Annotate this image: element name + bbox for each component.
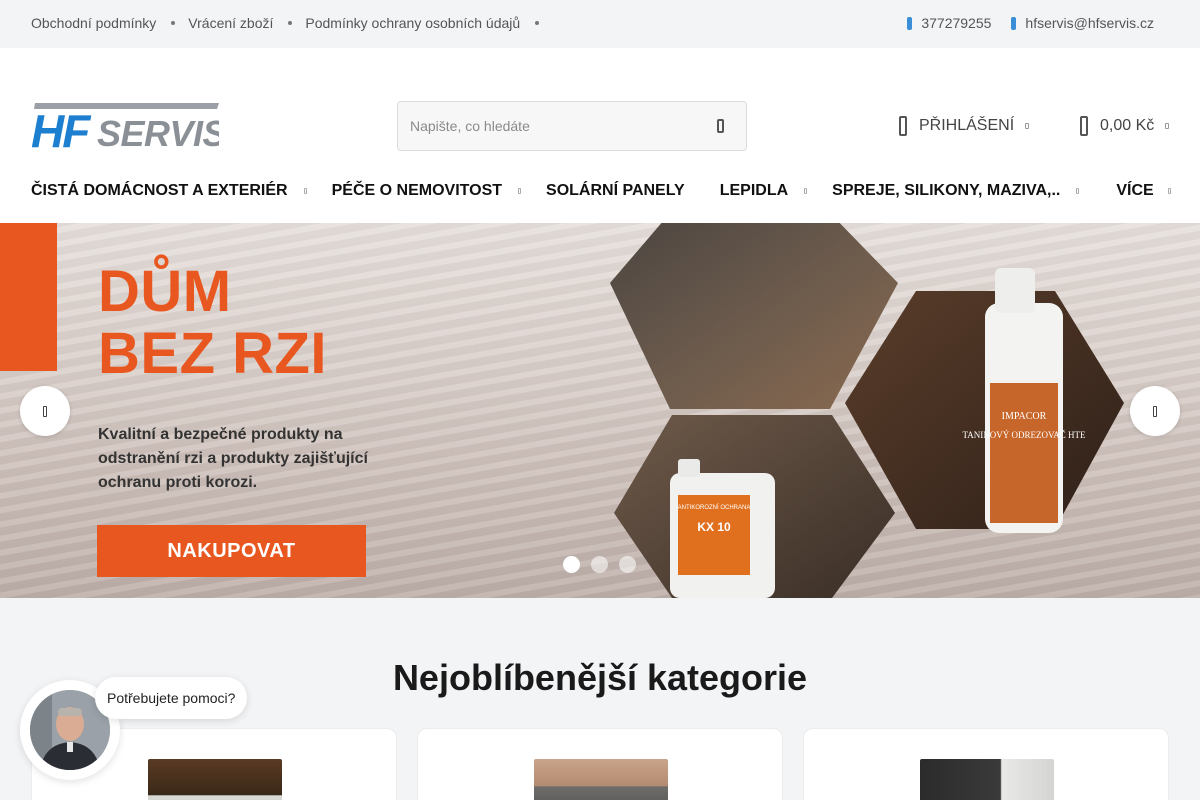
separator-dot xyxy=(288,21,293,25)
slider-dot-1[interactable] xyxy=(563,556,580,573)
cart-total: 0,00 Kč xyxy=(1100,117,1155,134)
nav-item-clean-home[interactable]: ČISTÁ DOMÁCNOST A EXTERIÉR xyxy=(31,182,332,200)
nav-item-adhesives[interactable]: LEPIDLA xyxy=(720,182,832,200)
nav-item-sprays[interactable]: SPREJE, SILIKONY, MAZIVA,.. xyxy=(832,182,1116,200)
spray-label-brand: IMPACOR xyxy=(1002,411,1047,422)
email-icon xyxy=(1011,16,1017,30)
chevron-down-icon xyxy=(1076,188,1080,194)
banner-description: Kvalitní a bezpečné produkty na odstraně… xyxy=(98,426,368,491)
cart-icon xyxy=(1080,116,1088,136)
slider-dot-2[interactable] xyxy=(591,556,608,573)
nav-item-property-care[interactable]: PÉČE O NEMOVITOST xyxy=(332,182,546,200)
category-image xyxy=(148,759,282,800)
slider-dot-3[interactable] xyxy=(619,556,636,573)
banner-heading-line2: BEZ RZI xyxy=(98,321,328,386)
chevron-down-icon xyxy=(1167,188,1171,194)
cart-button[interactable]: 0,00 Kč xyxy=(1080,116,1170,136)
nav-item-label: SOLÁRNÍ PANELY xyxy=(546,182,685,199)
chevron-left-icon xyxy=(43,405,47,417)
login-label: PŘIHLÁŠENÍ xyxy=(919,117,1015,134)
top-bar: Obchodní podmínky Vrácení zboží Podmínky… xyxy=(0,0,1200,48)
separator-dot xyxy=(535,21,540,25)
hero-banner[interactable]: DŮM BEZ RZI Kvalitní a bezpečné produkty… xyxy=(0,223,1200,598)
canister-label-title: KX 10 xyxy=(697,520,731,534)
terms-link[interactable]: Obchodní podmínky xyxy=(31,15,156,31)
category-card[interactable] xyxy=(417,728,783,800)
chevron-down-icon xyxy=(804,188,808,194)
prev-slide-button[interactable] xyxy=(20,386,70,436)
login-button[interactable]: PŘIHLÁŠENÍ xyxy=(899,116,1030,136)
search-box xyxy=(397,101,747,151)
spray-label xyxy=(990,383,1058,523)
banner-product-hexagons: IMPACOR TANINOVÝ ODREZOVAČ HTE ANTIKOROZ… xyxy=(610,223,1124,598)
shop-now-button[interactable]: NAKUPOVAT xyxy=(97,525,366,577)
chevron-right-icon xyxy=(1153,405,1157,417)
nav-item-label: LEPIDLA xyxy=(719,182,789,199)
email-address: hfservis@hfservis.cz xyxy=(1025,15,1154,31)
nav-item-solar-panels[interactable]: SOLÁRNÍ PANELY xyxy=(546,182,685,200)
canister-cap xyxy=(678,459,700,477)
phone-icon xyxy=(907,16,913,30)
chat-help-bubble[interactable]: Potřebujete pomoci? xyxy=(95,677,248,719)
site-logo[interactable]: HF SERVIS xyxy=(31,103,227,157)
logo-graphic: HF SERVIS xyxy=(31,103,227,157)
phone-number: 377279255 xyxy=(921,15,992,31)
chevron-down-icon xyxy=(303,188,307,194)
phone-contact[interactable]: 377279255 xyxy=(907,15,991,31)
main-nav: ČISTÁ DOMÁCNOST A EXTERIÉR PÉČE O NEMOVI… xyxy=(31,182,1171,200)
top-links: Obchodní podmínky Vrácení zboží Podmínky… xyxy=(31,15,552,31)
email-contact[interactable]: hfservis@hfservis.cz xyxy=(1011,15,1154,31)
separator-dot xyxy=(171,21,176,25)
privacy-link[interactable]: Podmínky ochrany osobních údajů xyxy=(305,15,520,31)
nav-item-label: PÉČE O NEMOVITOST xyxy=(331,182,503,199)
nav-item-label: ČISTÁ DOMÁCNOST A EXTERIÉR xyxy=(31,182,288,199)
returns-link[interactable]: Vrácení zboží xyxy=(188,15,273,31)
chevron-down-icon xyxy=(1025,123,1030,129)
category-image xyxy=(534,759,668,800)
hexagon-rust-texture xyxy=(610,223,898,409)
banner-heading: DŮM BEZ RZI xyxy=(98,261,327,385)
nav-item-more[interactable]: VÍCE xyxy=(1116,182,1171,200)
slider-dots xyxy=(563,556,647,573)
next-slide-button[interactable] xyxy=(1130,386,1180,436)
nav-item-label: SPREJE, SILIKONY, MAZIVA,.. xyxy=(832,182,1061,199)
spray-trigger xyxy=(995,268,1035,313)
banner-accent-block xyxy=(0,223,57,371)
hexagon-spray-product xyxy=(845,291,1124,529)
top-contact: 377279255 hfservis@hfservis.cz xyxy=(907,15,1154,31)
banner-heading-line1: DŮM xyxy=(98,259,232,324)
category-card[interactable] xyxy=(803,728,1169,800)
spray-label-title: TANINOVÝ ODREZOVAČ HTE xyxy=(962,430,1086,440)
canister-label-brand: ANTIKOROZNÍ OCHRANA xyxy=(678,504,751,511)
chevron-down-icon xyxy=(518,188,522,194)
user-icon xyxy=(899,116,907,136)
search-icon[interactable] xyxy=(717,119,724,133)
chevron-down-icon xyxy=(1165,123,1170,129)
svg-text:SERVIS: SERVIS xyxy=(97,113,219,151)
svg-text:HF: HF xyxy=(31,105,92,151)
nav-item-label: VÍCE xyxy=(1116,182,1154,199)
category-image xyxy=(920,759,1054,800)
search-input[interactable] xyxy=(398,102,688,150)
